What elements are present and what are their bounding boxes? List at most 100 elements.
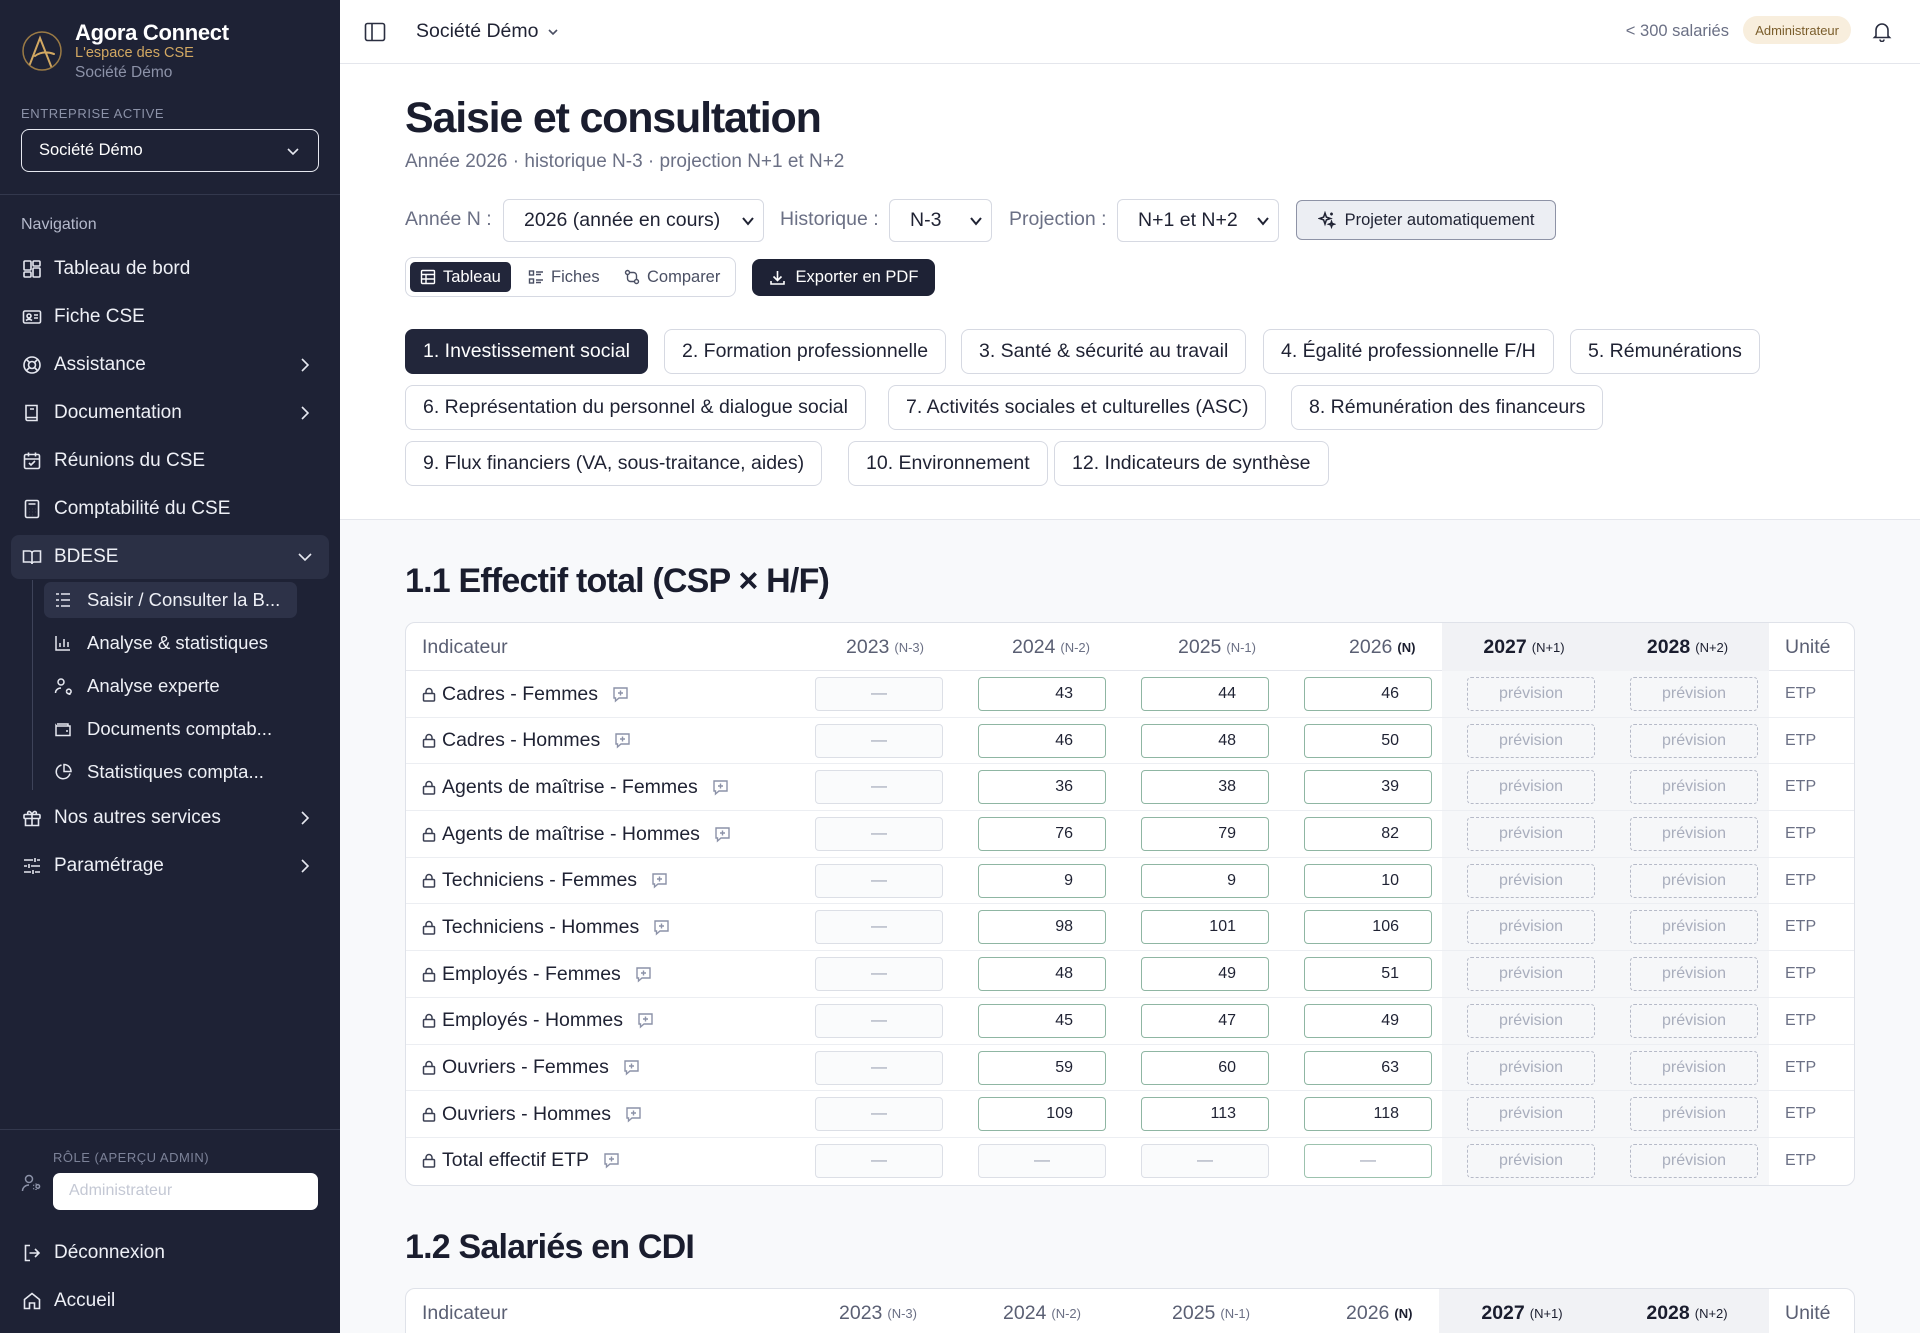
bell-icon[interactable] [1871,20,1893,42]
view-cards-button[interactable]: Fiches [518,262,610,292]
forecast-cell[interactable]: prévision [1467,1097,1595,1132]
tab-theme-9[interactable]: 9. Flux financiers (VA, sous-traitance, … [405,441,823,486]
tab-theme-10[interactable]: 10. Environnement [848,441,1048,486]
tab-theme-2[interactable]: 2. Formation professionnelle [664,329,947,374]
value-cell[interactable]: 46 [1304,677,1432,711]
value-cell[interactable]: 46 [978,723,1106,758]
view-table-button[interactable]: Tableau [410,262,511,292]
forecast-cell[interactable]: prévision [1467,677,1595,711]
forecast-cell[interactable]: prévision [1467,1003,1595,1038]
sidebar-item-fiche-cse[interactable]: Fiche CSE [11,295,329,339]
value-cell[interactable]: 36 [978,770,1106,805]
value-cell[interactable]: 45 [978,1003,1106,1038]
value-cell[interactable]: 44 [1141,677,1269,711]
forecast-cell[interactable]: prévision [1630,863,1758,898]
forecast-cell[interactable]: prévision [1467,723,1595,758]
sidebar-item-documentation[interactable]: Documentation [11,391,329,435]
add-comment-icon[interactable] [625,1106,642,1123]
forecast-cell[interactable]: prévision [1630,1143,1758,1178]
value-cell[interactable]: 9 [978,863,1106,898]
value-cell[interactable]: 106 [1304,910,1432,945]
sidebar-subitem-statistiques[interactable]: Statistiques compta... [44,754,297,790]
forecast-cell[interactable]: prévision [1630,677,1758,711]
view-compare-button[interactable]: Comparer [614,262,730,292]
add-comment-icon[interactable] [637,1012,654,1029]
home-button[interactable]: Accueil [11,1279,329,1323]
value-cell[interactable]: 98 [978,910,1106,945]
forecast-cell[interactable]: prévision [1630,1003,1758,1038]
value-cell[interactable]: 79 [1141,817,1269,852]
forecast-cell[interactable]: prévision [1467,957,1595,992]
forecast-cell[interactable]: prévision [1630,723,1758,758]
brand[interactable]: Agora Connect L'espace des CSE Société D… [21,22,229,82]
sidebar-subitem-saisir[interactable]: Saisir / Consulter la B... [44,582,297,618]
sidebar-item-comptabilite[interactable]: Comptabilité du CSE [11,487,329,531]
forecast-cell[interactable]: prévision [1630,1050,1758,1085]
value-cell[interactable]: 50 [1304,723,1432,758]
forecast-cell[interactable]: prévision [1630,910,1758,945]
value-cell[interactable]: 101 [1141,910,1269,945]
forecast-cell[interactable]: prévision [1630,957,1758,992]
add-comment-icon[interactable] [623,1059,640,1076]
value-cell[interactable]: 39 [1304,770,1432,805]
forecast-cell[interactable]: prévision [1467,770,1595,805]
add-comment-icon[interactable] [712,779,729,796]
add-comment-icon[interactable] [714,826,731,843]
tab-theme-8[interactable]: 8. Rémunération des financeurs [1291,385,1604,430]
forecast-cell[interactable]: prévision [1630,770,1758,805]
company-select[interactable]: Société Démo [21,129,319,172]
value-cell[interactable]: 43 [978,677,1106,711]
sidebar-subitem-documents[interactable]: Documents comptab... [44,711,297,747]
value-cell[interactable]: 113 [1141,1097,1269,1132]
forecast-cell[interactable]: prévision [1467,863,1595,898]
role-select[interactable]: Administrateur [53,1173,318,1210]
add-comment-icon[interactable] [635,966,652,983]
tab-theme-5[interactable]: 5. Rémunérations [1570,329,1760,374]
tab-theme-4[interactable]: 4. Égalité professionnelle F/H [1263,329,1554,374]
sidebar-subitem-analyse-experte[interactable]: Analyse experte [44,668,297,704]
sidebar-toggle-icon[interactable] [364,22,386,42]
sidebar-subitem-analyse[interactable]: Analyse & statistiques [44,625,297,661]
logout-button[interactable]: Déconnexion [11,1231,329,1275]
forecast-cell[interactable]: prévision [1467,1050,1595,1085]
forecast-cell[interactable]: prévision [1630,817,1758,852]
add-comment-icon[interactable] [603,1152,620,1169]
tab-theme-12[interactable]: 12. Indicateurs de synthèse [1054,441,1329,486]
value-cell[interactable]: 48 [978,957,1106,992]
value-cell[interactable]: 9 [1141,863,1269,898]
tab-theme-1[interactable]: 1. Investissement social [405,329,649,374]
history-select[interactable]: N-3 [889,199,992,242]
sidebar-item-dashboard[interactable]: Tableau de bord [11,247,329,291]
value-cell[interactable]: 59 [978,1050,1106,1085]
add-comment-icon[interactable] [651,872,668,889]
forecast-cell[interactable]: prévision [1467,910,1595,945]
sidebar-item-bdese[interactable]: BDESE [11,535,329,579]
sidebar-item-parametrage[interactable]: Paramétrage [11,844,329,888]
projection-select[interactable]: N+1 et N+2 [1117,199,1279,242]
add-comment-icon[interactable] [614,732,631,749]
export-pdf-button[interactable]: Exporter en PDF [752,259,935,296]
year-select[interactable]: 2026 (année en cours) [503,199,764,242]
value-cell[interactable]: 82 [1304,817,1432,852]
value-cell[interactable]: 48 [1141,723,1269,758]
sidebar-item-reunions[interactable]: Réunions du CSE [11,439,329,483]
value-cell[interactable]: 109 [978,1097,1106,1132]
value-cell[interactable]: 47 [1141,1003,1269,1038]
tab-theme-7[interactable]: 7. Activités sociales et culturelles (AS… [888,385,1267,430]
tab-theme-6[interactable]: 6. Représentation du personnel & dialogu… [405,385,866,430]
value-cell[interactable]: 10 [1304,863,1432,898]
sidebar-item-assistance[interactable]: Assistance [11,343,329,387]
value-cell[interactable]: 76 [978,817,1106,852]
forecast-cell[interactable]: prévision [1467,1143,1595,1178]
forecast-cell[interactable]: prévision [1467,817,1595,852]
company-switcher[interactable]: Société Démo [416,20,560,43]
add-comment-icon[interactable] [653,919,670,936]
value-cell[interactable]: 60 [1141,1050,1269,1085]
forecast-cell[interactable]: prévision [1630,1097,1758,1132]
add-comment-icon[interactable] [612,686,629,703]
value-cell[interactable]: 63 [1304,1050,1432,1085]
value-cell[interactable]: 38 [1141,770,1269,805]
value-cell[interactable]: 49 [1304,1003,1432,1038]
tab-theme-3[interactable]: 3. Santé & sécurité au travail [961,329,1247,374]
value-cell[interactable]: 49 [1141,957,1269,992]
